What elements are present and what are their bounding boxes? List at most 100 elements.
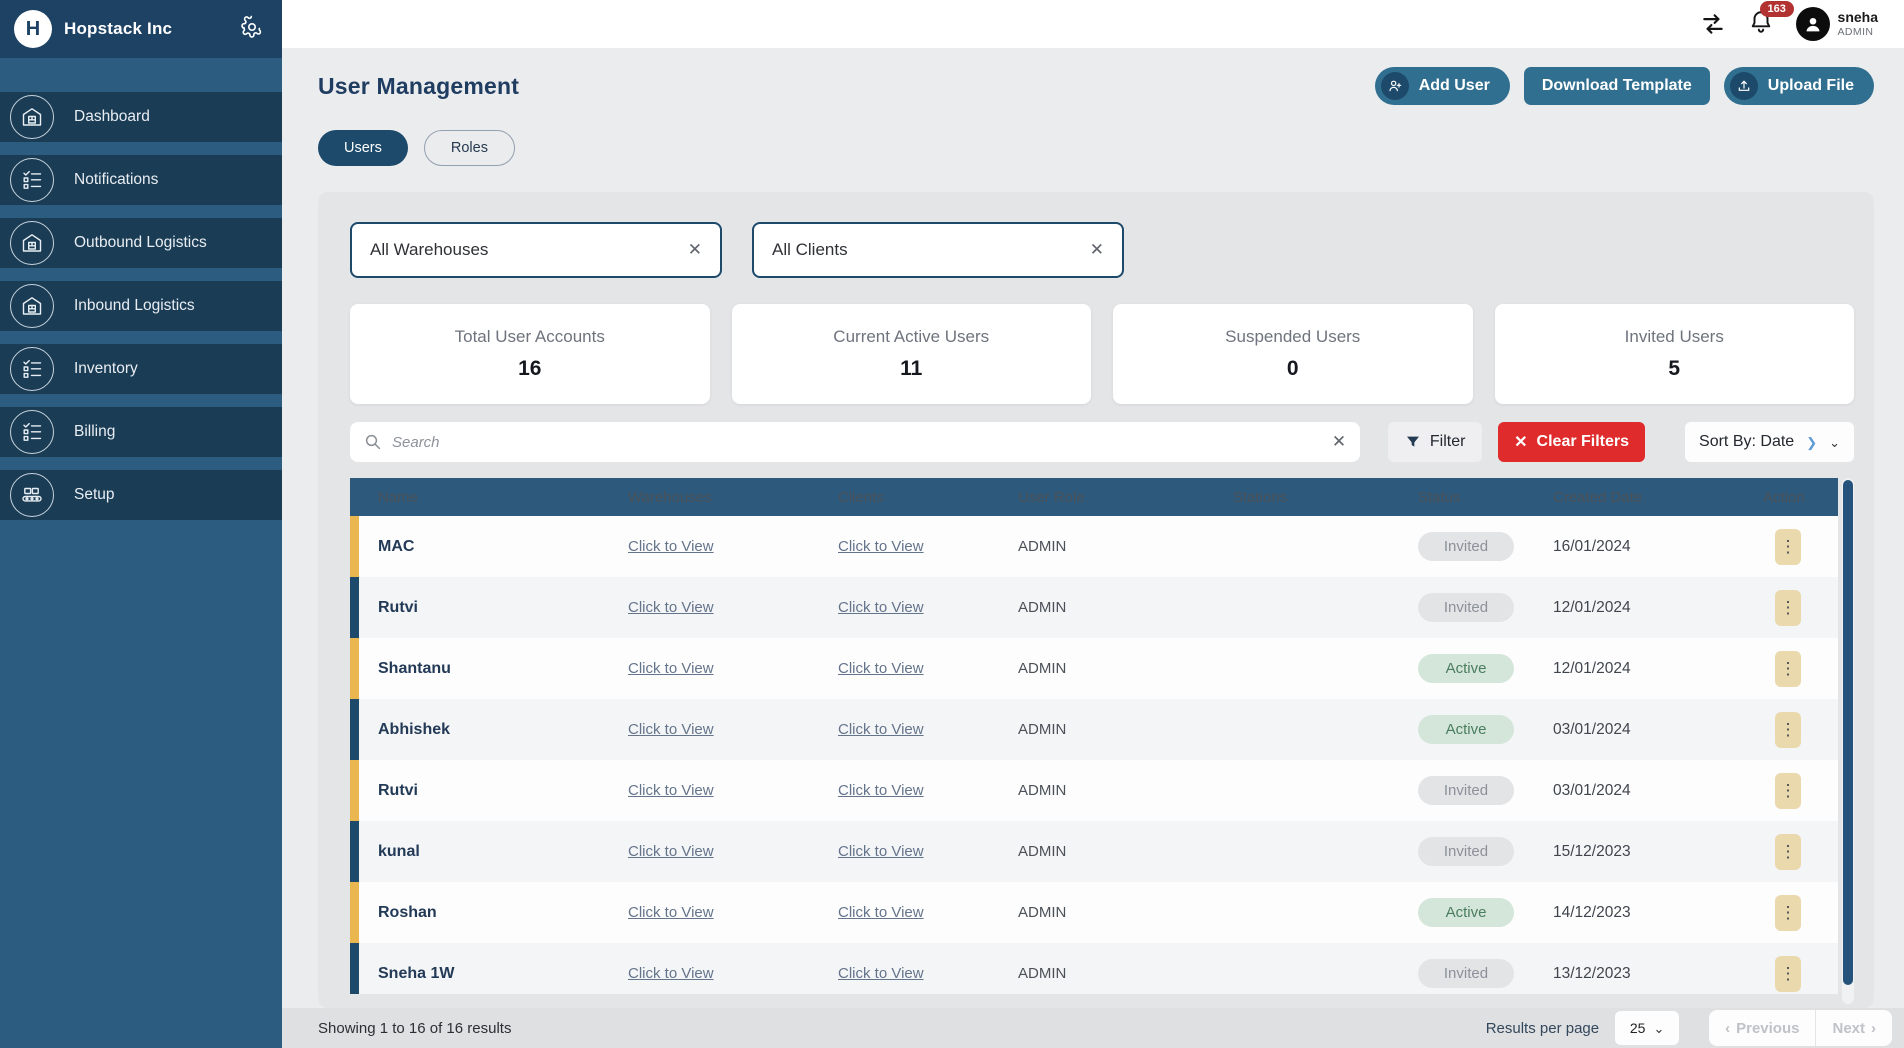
clear-client-filter-icon[interactable]: ✕ <box>1090 240 1104 260</box>
previous-page-button[interactable]: ‹ Previous <box>1709 1010 1815 1046</box>
stats-row: Total User Accounts 16 Current Active Us… <box>350 304 1854 404</box>
column-header[interactable]: User Role <box>1000 489 1215 506</box>
sidebar-item-label: Outbound Logistics <box>74 234 207 252</box>
page-size-select[interactable]: 25 ⌄ <box>1615 1011 1679 1045</box>
sidebar-item-label: Dashboard <box>74 108 150 126</box>
user-role-cell: ADMIN <box>1000 782 1215 799</box>
row-accent-bar <box>350 577 359 638</box>
sidebar-item[interactable]: Setup <box>0 470 282 520</box>
row-actions-menu-icon[interactable]: ⋮ <box>1775 956 1801 992</box>
column-header[interactable]: Name <box>360 489 610 506</box>
stat-card: Total User Accounts 16 <box>350 304 710 404</box>
column-header[interactable]: Clients <box>820 489 1000 506</box>
user-role-cell: ADMIN <box>1000 904 1215 921</box>
results-summary: Showing 1 to 16 of 16 results <box>318 1020 511 1037</box>
warehouses-link[interactable]: Click to View <box>628 538 714 555</box>
stat-value: 5 <box>1668 357 1680 381</box>
pagination-footer: Showing 1 to 16 of 16 results Results pe… <box>282 1008 1904 1048</box>
clients-link[interactable]: Click to View <box>838 538 924 555</box>
warehouses-link[interactable]: Click to View <box>628 660 714 677</box>
sidebar-item[interactable]: Outbound Logistics <box>0 218 282 268</box>
created-date-cell: 13/12/2023 <box>1535 965 1745 983</box>
sidebar-item-icon <box>10 221 54 265</box>
upload-icon <box>1730 72 1758 100</box>
next-page-button[interactable]: Next › <box>1816 1010 1892 1046</box>
row-accent-bar <box>350 821 359 882</box>
brand-name: Hopstack Inc <box>64 19 240 39</box>
table-scrollbar[interactable] <box>1842 478 1854 1004</box>
sidebar-item-label: Inbound Logistics <box>74 297 195 315</box>
user-role: ADMIN <box>1838 26 1878 38</box>
sidebar-item[interactable]: Notifications <box>0 155 282 205</box>
search-input[interactable] <box>392 434 1332 451</box>
column-header[interactable]: Created Date <box>1535 489 1745 506</box>
add-user-button[interactable]: Add User <box>1375 67 1510 105</box>
status-badge: Invited <box>1418 593 1514 622</box>
gear-icon[interactable] <box>240 15 264 44</box>
row-actions-menu-icon[interactable]: ⋮ <box>1775 590 1801 626</box>
sidebar-item[interactable]: Billing <box>0 407 282 457</box>
client-filter-select[interactable]: All Clients ✕ <box>752 222 1124 278</box>
warehouses-link[interactable]: Click to View <box>628 599 714 616</box>
table-row: Rutvi Click to View Click to View ADMIN … <box>350 577 1838 638</box>
sidebar-item[interactable]: Inbound Logistics <box>0 281 282 331</box>
notifications-bell[interactable]: 163 <box>1748 9 1774 40</box>
row-actions-menu-icon[interactable]: ⋮ <box>1775 651 1801 687</box>
user-menu[interactable]: sneha ADMIN <box>1796 7 1878 41</box>
created-date-cell: 14/12/2023 <box>1535 904 1745 922</box>
warehouses-link[interactable]: Click to View <box>628 782 714 799</box>
clear-search-icon[interactable]: ✕ <box>1332 432 1346 452</box>
sort-by-button[interactable]: Sort By: Date ❯ ⌄ <box>1685 422 1854 462</box>
upload-file-button[interactable]: Upload File <box>1724 67 1874 105</box>
download-template-button[interactable]: Download Template <box>1524 67 1710 105</box>
chevron-down-icon: ⌄ <box>1829 436 1840 449</box>
clients-link[interactable]: Click to View <box>838 904 924 921</box>
row-actions-menu-icon[interactable]: ⋮ <box>1775 834 1801 870</box>
status-badge: Invited <box>1418 959 1514 988</box>
clients-link[interactable]: Click to View <box>838 965 924 982</box>
sidebar-item-icon <box>10 347 54 391</box>
column-header[interactable]: Warehouses <box>610 489 820 506</box>
row-actions-menu-icon[interactable]: ⋮ <box>1775 529 1801 565</box>
user-name-cell: Rutvi <box>360 782 610 800</box>
tab-roles[interactable]: Roles <box>424 130 515 166</box>
warehouses-link[interactable]: Click to View <box>628 965 714 982</box>
stat-value: 16 <box>518 357 541 381</box>
warehouses-link[interactable]: Click to View <box>628 721 714 738</box>
table-row: Sneha 1W Click to View Click to View ADM… <box>350 943 1838 994</box>
sidebar-item[interactable]: Inventory <box>0 344 282 394</box>
warehouses-link[interactable]: Click to View <box>628 843 714 860</box>
table-scrollbar-thumb[interactable] <box>1843 480 1853 985</box>
user-name-cell: Rutvi <box>360 599 610 617</box>
row-accent-bar <box>350 516 359 577</box>
avatar-icon <box>1796 7 1830 41</box>
clear-warehouse-filter-icon[interactable]: ✕ <box>688 240 702 260</box>
sidebar-item-label: Billing <box>74 423 115 441</box>
row-accent-bar <box>350 760 359 821</box>
created-date-cell: 03/01/2024 <box>1535 782 1745 800</box>
clients-link[interactable]: Click to View <box>838 660 924 677</box>
topbar: 163 sneha ADMIN <box>282 0 1904 48</box>
row-actions-menu-icon[interactable]: ⋮ <box>1775 773 1801 809</box>
tab-users[interactable]: Users <box>318 130 408 166</box>
clients-link[interactable]: Click to View <box>838 782 924 799</box>
sidebar-item[interactable]: Dashboard <box>0 92 282 142</box>
column-header[interactable]: Action <box>1745 489 1838 506</box>
pager: ‹ Previous Next › <box>1709 1010 1892 1046</box>
clients-link[interactable]: Click to View <box>838 721 924 738</box>
column-header[interactable]: Status <box>1400 489 1535 506</box>
row-actions-menu-icon[interactable]: ⋮ <box>1775 895 1801 931</box>
filter-button[interactable]: Filter <box>1388 422 1482 462</box>
row-actions-menu-icon[interactable]: ⋮ <box>1775 712 1801 748</box>
column-header[interactable]: Stations <box>1215 489 1400 506</box>
switch-account-icon[interactable] <box>1700 11 1726 37</box>
table-body: MAC Click to View Click to View ADMIN In… <box>350 516 1838 994</box>
created-date-cell: 12/01/2024 <box>1535 599 1745 617</box>
funnel-icon <box>1405 434 1421 450</box>
clients-link[interactable]: Click to View <box>838 843 924 860</box>
clear-filters-button[interactable]: ✕ Clear Filters <box>1498 422 1645 462</box>
clients-link[interactable]: Click to View <box>838 599 924 616</box>
user-role-cell: ADMIN <box>1000 843 1215 860</box>
warehouse-filter-select[interactable]: All Warehouses ✕ <box>350 222 722 278</box>
warehouses-link[interactable]: Click to View <box>628 904 714 921</box>
